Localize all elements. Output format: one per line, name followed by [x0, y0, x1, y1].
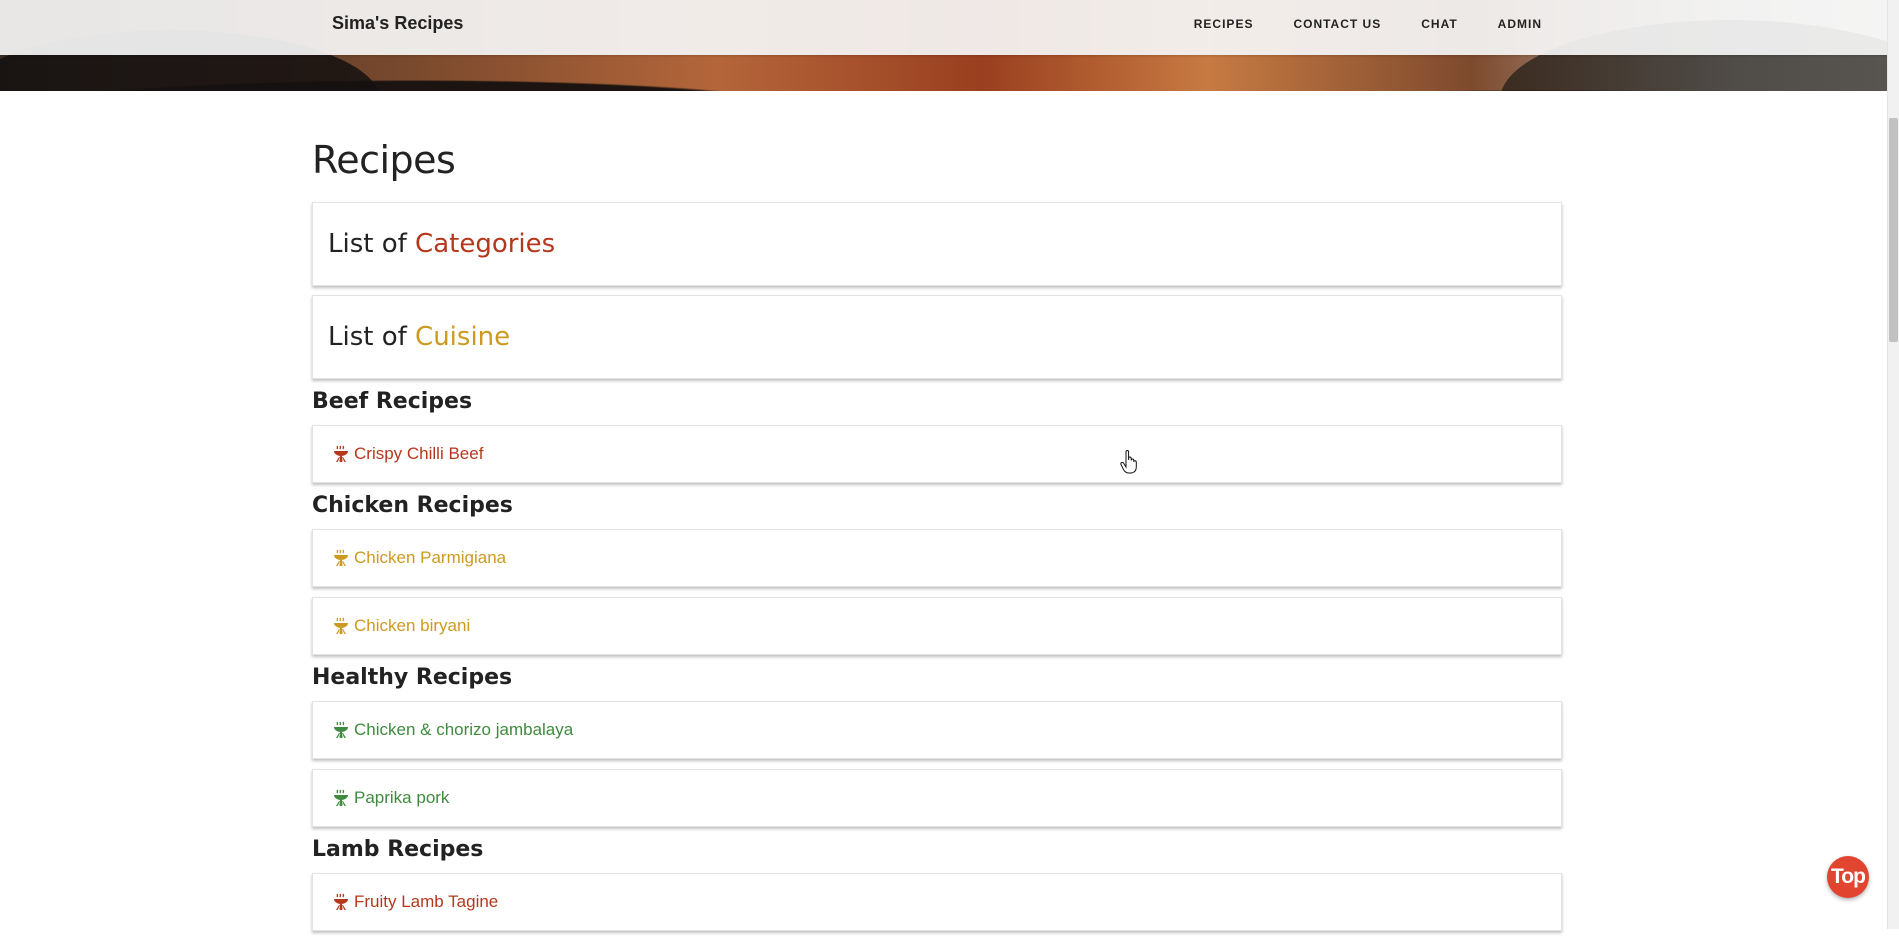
- recipe-name: Chicken biryani: [354, 616, 471, 635]
- brand-logo-link[interactable]: Sima's Recipes: [332, 13, 463, 34]
- bbq-grill-icon: [334, 721, 348, 739]
- section-chicken: Chicken Recipes Chicken Parmigiana Chick…: [312, 493, 1562, 655]
- section-beef: Beef Recipes Crispy Chilli Beef: [312, 389, 1562, 483]
- cuisine-highlight: Cuisine: [415, 322, 511, 352]
- cuisine-panel[interactable]: List of Cuisine: [312, 295, 1562, 379]
- scrollbar-thumb[interactable]: [1889, 118, 1898, 342]
- categories-panel-title: List of Categories: [328, 229, 555, 259]
- bbq-grill-icon: [334, 893, 348, 911]
- page-scrollbar[interactable]: [1887, 0, 1899, 929]
- section-heading: Chicken Recipes: [312, 493, 513, 518]
- cuisine-prefix: List of: [328, 322, 407, 352]
- section-lamb: Lamb Recipes Fruity Lamb Tagine: [312, 837, 1562, 931]
- section-heading: Lamb Recipes: [312, 837, 484, 862]
- nav-link-contact-us[interactable]: CONTACT US: [1293, 17, 1381, 31]
- bbq-grill-icon: [334, 617, 348, 635]
- recipe-item[interactable]: Fruity Lamb Tagine: [312, 873, 1562, 931]
- top-navbar: Sima's Recipes RECIPES CONTACT US CHAT A…: [0, 0, 1888, 55]
- section-healthy: Healthy Recipes Chicken & chorizo jambal…: [312, 665, 1562, 827]
- section-heading: Beef Recipes: [312, 389, 473, 414]
- recipe-item[interactable]: Chicken Parmigiana: [312, 529, 1562, 587]
- recipe-name: Paprika pork: [354, 788, 450, 807]
- nav-link-recipes[interactable]: RECIPES: [1194, 17, 1254, 31]
- recipe-name: Chicken Parmigiana: [354, 548, 507, 567]
- nav-links: RECIPES CONTACT US CHAT ADMIN: [1154, 17, 1542, 31]
- categories-panel[interactable]: List of Categories: [312, 202, 1562, 286]
- page-title: Recipes: [312, 138, 456, 182]
- bbq-grill-icon: [334, 549, 348, 567]
- main-content: Recipes List of Categories List of Cuisi…: [312, 138, 1562, 941]
- hand-pointer-cursor-icon: [1120, 450, 1137, 474]
- bbq-grill-icon: [334, 789, 348, 807]
- recipe-name: Fruity Lamb Tagine: [354, 892, 499, 911]
- nav-link-chat[interactable]: CHAT: [1421, 17, 1457, 31]
- recipe-item[interactable]: Chicken & chorizo jambalaya: [312, 701, 1562, 759]
- cuisine-panel-title: List of Cuisine: [328, 322, 510, 352]
- recipe-item[interactable]: Paprika pork: [312, 769, 1562, 827]
- categories-highlight: Categories: [415, 229, 556, 259]
- recipe-item[interactable]: Crispy Chilli Beef: [312, 425, 1562, 483]
- bbq-grill-icon: [334, 445, 348, 463]
- section-heading: Healthy Recipes: [312, 665, 513, 690]
- recipe-item[interactable]: Chicken biryani: [312, 597, 1562, 655]
- recipe-name: Chicken & chorizo jambalaya: [354, 720, 574, 739]
- nav-link-admin[interactable]: ADMIN: [1498, 17, 1542, 31]
- categories-prefix: List of: [328, 229, 407, 259]
- back-to-top-button[interactable]: Top: [1827, 856, 1869, 898]
- recipe-name: Crispy Chilli Beef: [354, 444, 484, 463]
